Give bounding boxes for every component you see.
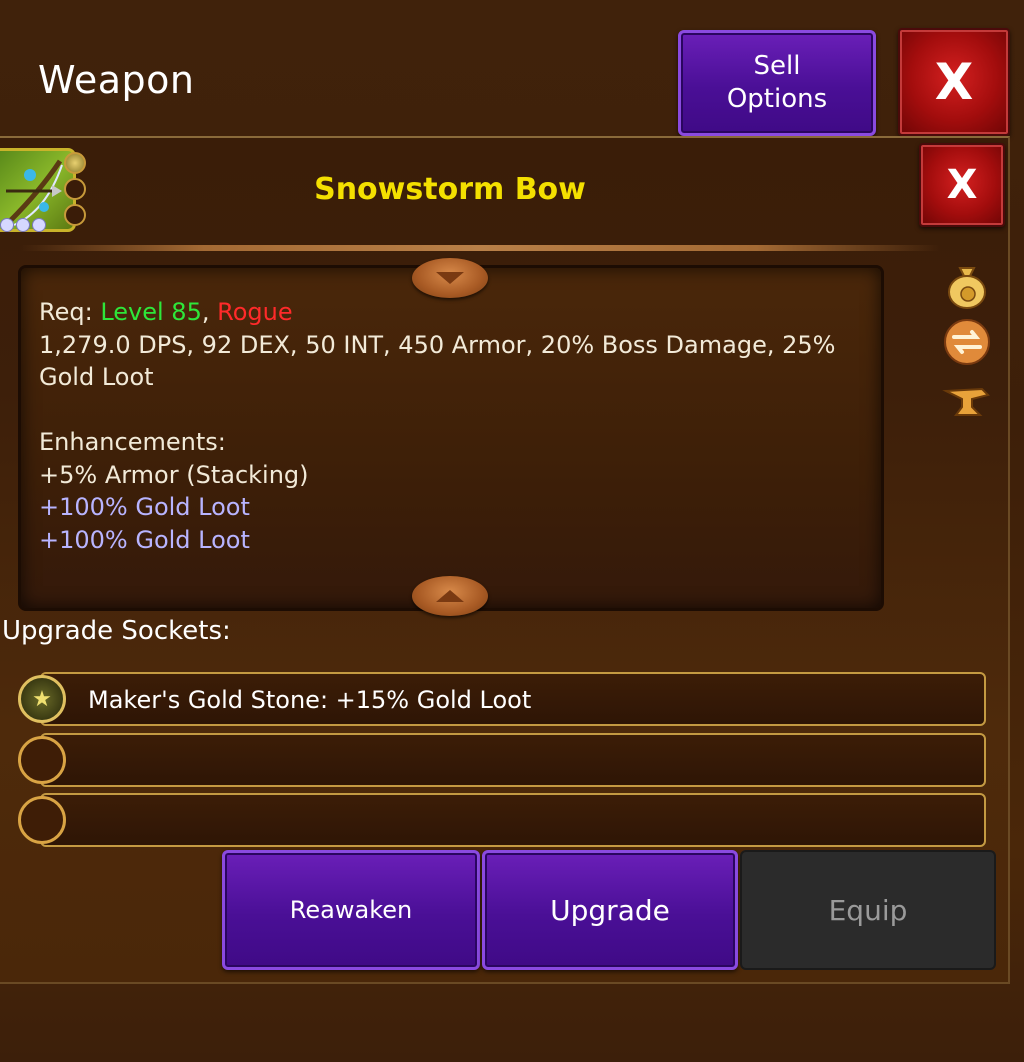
swap-icon[interactable] bbox=[942, 317, 992, 367]
scroll-up-button[interactable] bbox=[412, 576, 488, 616]
gem-slot-empty bbox=[64, 178, 86, 200]
divider bbox=[20, 245, 940, 251]
upgrade-button[interactable]: Upgrade bbox=[482, 850, 738, 970]
reawaken-button[interactable]: Reawaken bbox=[222, 850, 480, 970]
enhancements-header: Enhancements: bbox=[39, 428, 226, 456]
reawaken-label: Reawaken bbox=[289, 896, 413, 924]
scroll-down-button[interactable] bbox=[412, 258, 488, 298]
socket-text: Maker's Gold Stone: +15% Gold Loot bbox=[88, 686, 532, 714]
close-icon: X bbox=[946, 162, 978, 208]
socket-slot-3[interactable] bbox=[40, 793, 986, 847]
item-description-box[interactable]: Req: Level 85, Rogue 1,279.0 DPS, 92 DEX… bbox=[18, 265, 884, 611]
requirements-line: Req: Level 85, Rogue bbox=[39, 296, 869, 329]
close-icon: X bbox=[934, 53, 974, 111]
socket-slot-1[interactable]: Maker's Gold Stone: +15% Gold Loot bbox=[40, 672, 986, 726]
upgrade-label: Upgrade bbox=[550, 893, 670, 927]
equip-button[interactable]: Equip bbox=[740, 850, 996, 970]
item-gem-slots bbox=[64, 152, 90, 230]
chevron-down-icon bbox=[436, 272, 464, 284]
enhancement-line: +100% Gold Loot bbox=[39, 493, 250, 521]
gold-bag-icon[interactable] bbox=[942, 260, 992, 310]
close-item-button[interactable]: X bbox=[919, 143, 1005, 227]
empty-socket-icon bbox=[18, 736, 66, 784]
item-description-text: Req: Level 85, Rogue 1,279.0 DPS, 92 DEX… bbox=[39, 296, 869, 556]
sell-options-label-2: Options bbox=[726, 84, 828, 114]
gold-stone-icon: ★ bbox=[18, 675, 66, 723]
gem-slot-empty bbox=[64, 204, 86, 226]
upgrade-sockets-label: Upgrade Sockets: bbox=[2, 616, 231, 646]
page-title: Weapon bbox=[38, 58, 195, 102]
empty-socket-icon bbox=[18, 796, 66, 844]
req-label: Req: bbox=[39, 298, 101, 326]
item-rank-pips bbox=[0, 218, 46, 232]
chevron-up-icon bbox=[436, 590, 464, 602]
socket-slot-2[interactable] bbox=[40, 733, 986, 787]
enhancement-line: +5% Armor (Stacking) bbox=[39, 460, 309, 489]
req-separator: , bbox=[201, 298, 218, 326]
enhancement-line: +100% Gold Loot bbox=[39, 525, 250, 554]
stats-line: 1,279.0 DPS, 92 DEX, 50 INT, 450 Armor, … bbox=[39, 330, 836, 359]
gem-slot-filled bbox=[64, 152, 86, 174]
rank-pip bbox=[16, 218, 30, 232]
equip-label: Equip bbox=[828, 893, 908, 927]
sell-options-label-1: Sell bbox=[753, 51, 801, 81]
rank-pip bbox=[0, 218, 14, 232]
sell-options-button[interactable]: Sell Options bbox=[678, 30, 876, 136]
req-level: Level 85 bbox=[100, 298, 202, 326]
item-details-screen: Weapon Sell Options X Snowstorm Bow X Re… bbox=[0, 0, 1024, 1062]
rank-pip bbox=[32, 218, 46, 232]
stats-line: Gold Loot bbox=[39, 363, 154, 391]
item-name: Snowstorm Bow bbox=[314, 172, 586, 207]
anvil-icon[interactable] bbox=[942, 377, 992, 427]
req-class: Rogue bbox=[217, 298, 293, 326]
close-window-button[interactable]: X bbox=[898, 28, 1010, 136]
